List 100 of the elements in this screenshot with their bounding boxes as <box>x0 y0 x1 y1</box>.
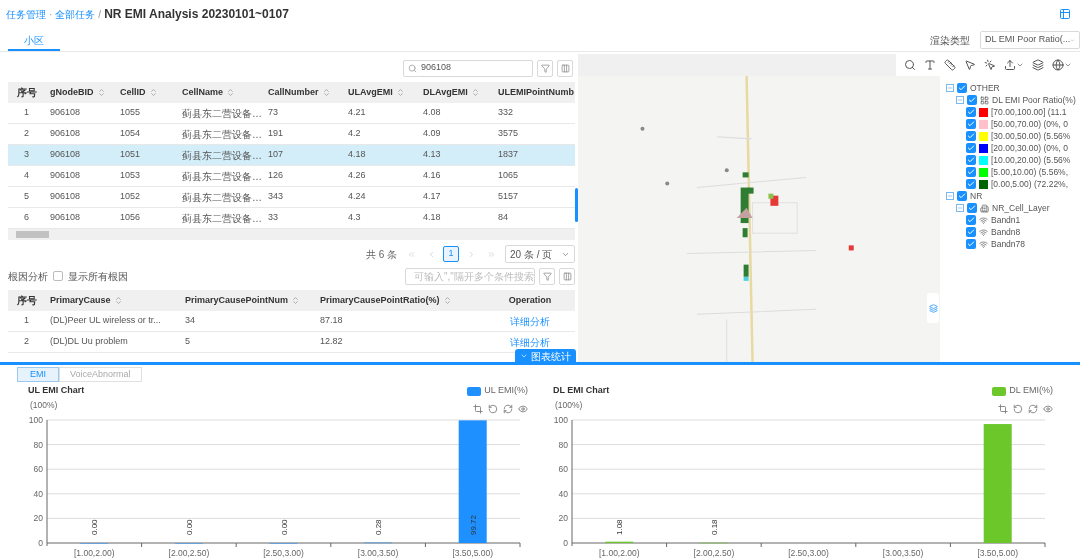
eye-icon[interactable] <box>1043 404 1053 414</box>
sort-icon[interactable] <box>113 296 123 305</box>
page-size-select[interactable]: 20 条 / 页 <box>505 245 575 263</box>
columns-button[interactable] <box>557 59 573 77</box>
sort-icon[interactable] <box>148 88 158 97</box>
layer-checkbox[interactable] <box>957 83 967 93</box>
export-icon[interactable] <box>1004 59 1024 71</box>
layer-checkbox[interactable] <box>966 155 976 165</box>
filter-button[interactable] <box>537 59 553 77</box>
table-cell: 87.18 <box>320 314 343 328</box>
chart-legend[interactable]: DL EMI(%) <box>992 384 1053 398</box>
layer-checkbox[interactable] <box>966 239 976 249</box>
column-header[interactable]: ULEMIPointNumb <box>493 82 575 103</box>
layer-checkbox[interactable] <box>967 95 977 105</box>
table-cell: 906108 <box>50 148 81 162</box>
layer-label[interactable]: OTHER <box>970 81 1000 95</box>
column-header[interactable]: PrimaryCause <box>45 290 180 311</box>
column-header[interactable]: Operation <box>485 290 575 311</box>
caret-icon <box>520 352 528 360</box>
column-header[interactable]: PrimaryCausePointRatio(%) <box>315 290 485 311</box>
layer-checkbox[interactable] <box>966 179 976 189</box>
collapse-toggle[interactable] <box>946 84 954 92</box>
filter-button[interactable] <box>539 267 555 285</box>
layer-label[interactable]: [10.00,20.00) (5.56% <box>991 153 1071 167</box>
column-header[interactable]: 序号 <box>8 82 45 103</box>
layer-label[interactable]: [50.00,70.00) (0%, 0 <box>991 117 1069 131</box>
sort-icon[interactable] <box>291 296 301 305</box>
collapse-toggle[interactable] <box>956 96 964 104</box>
column-header[interactable]: 序号 <box>8 290 45 311</box>
table-cell: 906108 <box>50 190 81 204</box>
column-header[interactable]: CellName <box>177 82 263 103</box>
sort-icon[interactable] <box>442 296 452 305</box>
zoom-icon[interactable] <box>473 404 483 414</box>
search-field[interactable]: 906108 <box>403 59 533 77</box>
column-header[interactable]: CallNumber <box>263 82 343 103</box>
layer-checkbox[interactable] <box>966 215 976 225</box>
refresh-icon[interactable] <box>503 404 513 414</box>
pointer-click-icon[interactable] <box>984 59 996 71</box>
table-cell: 4.16 <box>423 169 441 183</box>
column-header[interactable]: gNodeBID <box>45 82 115 103</box>
collapse-toggle[interactable] <box>946 192 954 200</box>
layer-checkbox[interactable] <box>966 227 976 237</box>
bar-value-label: 0.00 <box>279 519 289 535</box>
layer-checkbox[interactable] <box>957 191 967 201</box>
globe-icon[interactable] <box>1052 59 1072 71</box>
layer-label[interactable]: [30.00,50.00) (5.56% <box>991 129 1071 143</box>
table-cell: 1052 <box>120 190 141 204</box>
layer-checkbox[interactable] <box>966 131 976 141</box>
section-label: 根因分析 <box>8 269 48 284</box>
checkbox[interactable] <box>53 271 63 281</box>
table-row[interactable]: 3 906108 1051 蓟县东二营设备… 107 4.18 4.13 1837 <box>8 145 575 166</box>
columns-button[interactable] <box>559 267 575 285</box>
layer-checkbox[interactable] <box>966 107 976 117</box>
column-header[interactable]: DLAvgEMI <box>418 82 493 103</box>
bar[interactable] <box>983 424 1012 543</box>
splitter-handle[interactable] <box>575 188 578 222</box>
zoom-icon[interactable] <box>998 404 1008 414</box>
layer-label[interactable]: Bandn1 <box>991 213 1021 227</box>
chart-legend[interactable]: UL EMI(%) <box>467 384 528 398</box>
layer-label[interactable]: [20.00,30.00) (0%, 0 <box>991 141 1069 155</box>
layer-checkbox[interactable] <box>966 143 976 153</box>
layer-label[interactable]: [70.00,100.00] (11.1 <box>991 105 1067 119</box>
sort-icon[interactable] <box>226 88 236 97</box>
refresh-icon[interactable] <box>1028 404 1038 414</box>
zoom-reset-icon[interactable] <box>1013 404 1023 414</box>
layer-label[interactable]: DL EMI Poor Ratio(%) <box>992 93 1076 107</box>
layer-label[interactable]: Bandn8 <box>991 225 1021 239</box>
layer-label[interactable]: [0.00,5.00) (72.22%, <box>991 177 1069 191</box>
layer-checkbox[interactable] <box>966 119 976 129</box>
zoom-reset-icon[interactable] <box>488 404 498 414</box>
eye-icon[interactable] <box>518 404 528 414</box>
table-cell: 126 <box>268 169 284 183</box>
legend-label: UL EMI(%) <box>484 384 528 398</box>
text-icon[interactable] <box>924 59 936 71</box>
layer-label[interactable]: Bandn78 <box>991 237 1026 251</box>
horizontal-scrollbar[interactable] <box>8 229 575 240</box>
sort-icon[interactable] <box>96 88 106 97</box>
layers-icon[interactable] <box>1032 59 1044 71</box>
sort-icon[interactable] <box>470 88 480 97</box>
layer-label[interactable]: NR <box>970 189 983 203</box>
columns-icon <box>560 63 570 73</box>
layers-button[interactable] <box>927 293 939 323</box>
table-cell: 4.18 <box>348 148 366 162</box>
bar[interactable] <box>458 420 487 543</box>
layer-label[interactable]: [5.00,10.00) (5.56%, <box>991 165 1069 179</box>
table-cell: 906108 <box>50 211 81 225</box>
sort-icon[interactable] <box>395 88 405 97</box>
x-tick-label: [2.00,2.50) <box>693 548 735 558</box>
column-header[interactable]: PrimaryCausePointNum <box>180 290 315 311</box>
collapse-toggle[interactable] <box>956 204 964 212</box>
ruler-icon[interactable] <box>944 59 956 71</box>
layer-label[interactable]: NR_Cell_Layer <box>992 201 1050 215</box>
column-header[interactable]: ULAvgEMI <box>343 82 418 103</box>
layer-checkbox[interactable] <box>967 203 977 213</box>
column-header[interactable]: CellID <box>115 82 177 103</box>
layer-checkbox[interactable] <box>966 167 976 177</box>
search-icon[interactable] <box>904 59 916 71</box>
sort-icon[interactable] <box>321 88 331 97</box>
pointer-icon[interactable] <box>964 59 976 71</box>
render-type-select[interactable]: DL EMI Poor Ratio(... <box>980 31 1080 49</box>
